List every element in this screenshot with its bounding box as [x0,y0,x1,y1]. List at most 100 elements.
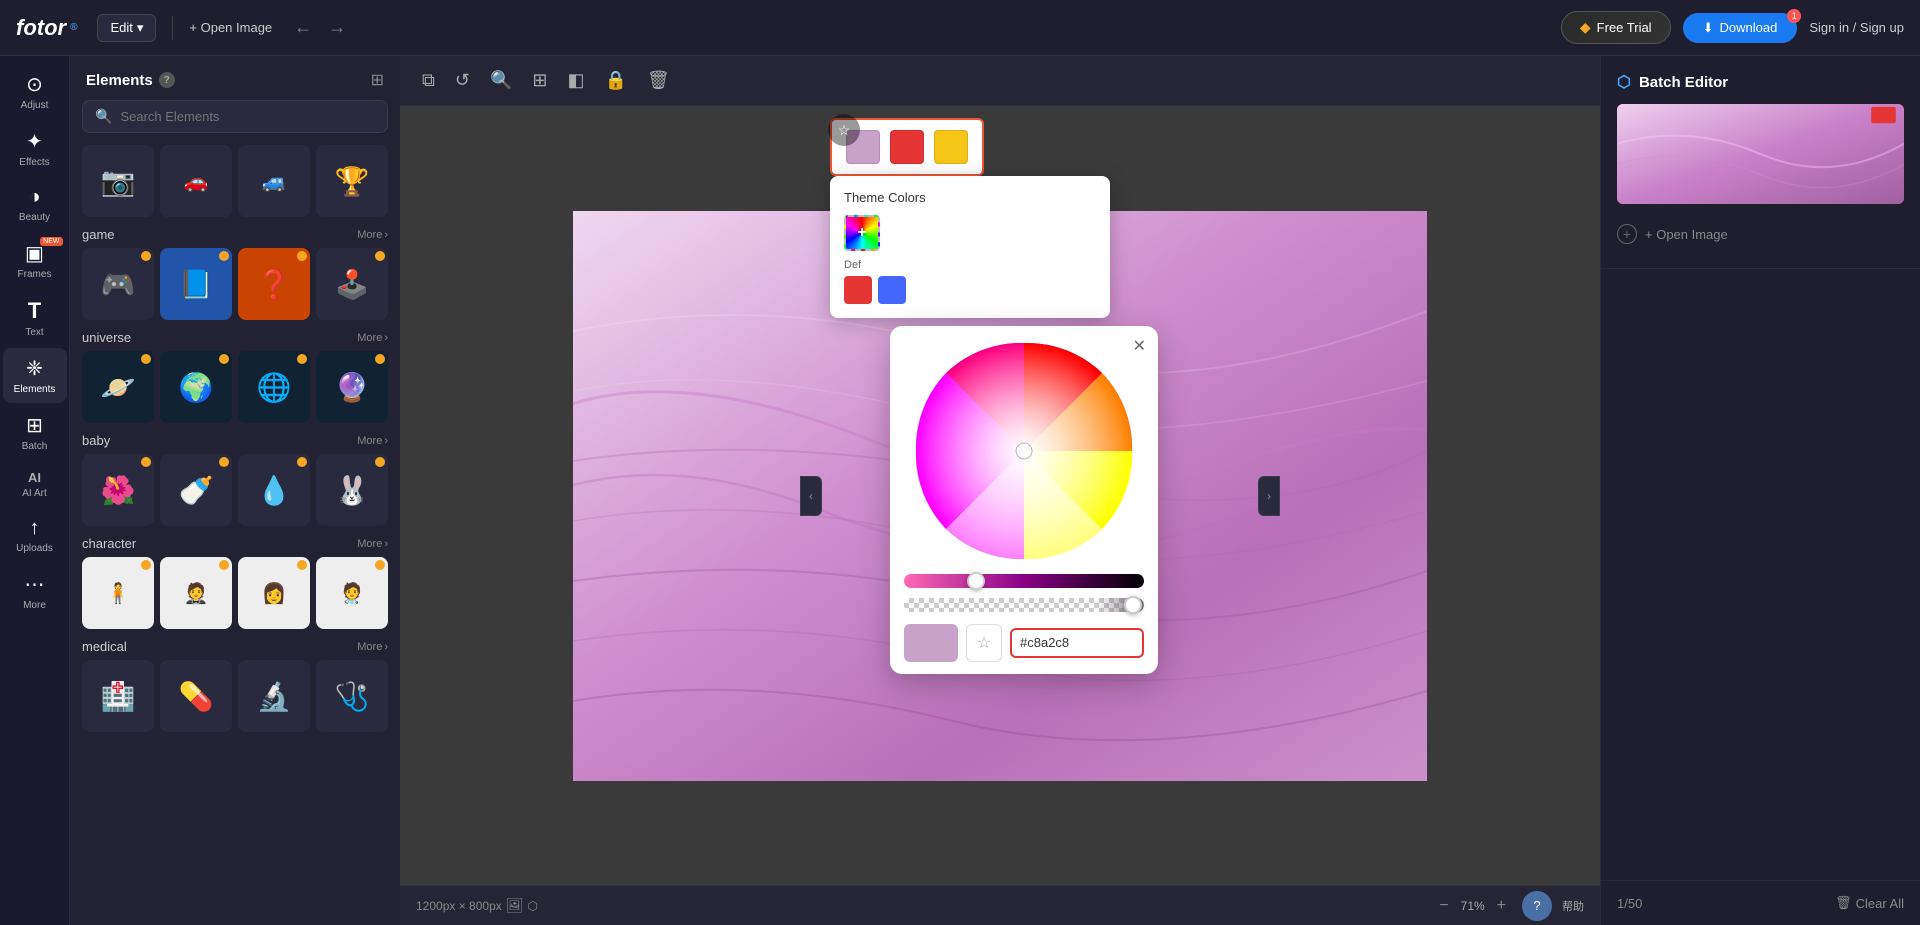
grid-button[interactable]: ⊞ [526,66,553,95]
sidebar-item-frames[interactable]: NEW ▣ Frames [3,233,67,288]
sidebar-item-label: Adjust [21,100,49,111]
collapse-panel-button[interactable]: ‹ [800,476,822,516]
opacity-slider[interactable] [904,598,1144,612]
rotate-button[interactable]: ↺ [449,66,476,95]
logo-text: fotor [16,15,66,41]
favorite-color-button[interactable]: ☆ [966,624,1002,662]
element-item[interactable]: 🧍 [82,557,154,629]
brightness-slider[interactable] [904,574,1144,588]
element-item[interactable]: 💧 [238,454,310,526]
category-more-game[interactable]: More › [357,229,388,241]
sidebar-item-text[interactable]: T Text [3,290,67,346]
open-image-button[interactable]: + Open Image [189,20,272,35]
category-row-character: character More › [82,536,388,551]
element-item[interactable]: 🌐 [238,351,310,423]
clear-all-button[interactable]: 🗑 Clear All [1835,895,1904,911]
element-item[interactable]: 🔬 [238,660,310,732]
category-row-baby: baby More › [82,433,388,448]
category-more-character[interactable]: More › [357,538,388,550]
color-preview [904,624,958,662]
element-item[interactable]: 🏆 [316,145,388,217]
element-item[interactable]: 🚗 [160,145,232,217]
category-more-medical[interactable]: More › [357,641,388,653]
free-trial-button[interactable]: ◆ Free Trial [1561,11,1671,44]
redo-button[interactable]: → [322,15,352,40]
favorite-button[interactable]: ☆ [828,114,860,146]
new-badge: NEW [40,237,62,246]
info-icon[interactable]: ? [159,72,175,88]
category-more-universe[interactable]: More › [357,332,388,344]
sidebar-item-adjust[interactable]: ⊙ Adjust [3,64,67,119]
color-swatch-red[interactable] [890,130,924,164]
element-item[interactable]: 🌺 [82,454,154,526]
zoom-in-button[interactable]: + [1497,897,1506,915]
download-badge: 1 [1787,9,1801,23]
download-button[interactable]: ⬇ Download 1 [1683,13,1798,43]
text-icon: T [28,298,41,324]
help-button[interactable]: ? [1522,891,1552,921]
duplicate-button[interactable]: ⧉ [416,66,441,95]
color-wheel-svg[interactable] [913,340,1135,562]
layers-button[interactable]: ◧ [561,66,590,95]
search-input[interactable] [120,109,375,124]
elements-scroll: 📷 🚗 🚙 🏆 game More › 🎮 📘 [70,145,400,925]
category-row-universe: universe More › [82,330,388,345]
element-item[interactable]: 🚙 [238,145,310,217]
character-elements-grid: 🧍 🤵 👩 🧑‍⚕️ [82,557,388,629]
element-item[interactable]: 🌍 [160,351,232,423]
element-item[interactable]: 🪐 [82,351,154,423]
expand-right-button[interactable]: › [1258,476,1280,516]
element-item[interactable]: 📘 [160,248,232,320]
edit-label: Edit [110,20,132,35]
color-swatch-yellow[interactable] [934,130,968,164]
sidebar-item-batch[interactable]: ⊞ Batch [3,405,67,460]
default-swatch-blue[interactable] [878,276,906,304]
element-item[interactable]: 🤵 [160,557,232,629]
grid-view-button[interactable]: ⊞ [371,70,384,90]
category-more-baby[interactable]: More › [357,435,388,447]
edit-button[interactable]: Edit ▾ [97,14,156,42]
featured-elements-grid: 📷 🚗 🚙 🏆 [82,145,388,217]
batch-thumbnail[interactable] [1617,104,1904,204]
chevron-down-icon: ▾ [137,20,144,36]
effects-icon: ✦ [26,129,43,154]
element-item[interactable]: 📷 [82,145,154,217]
brightness-handle[interactable] [967,572,985,590]
element-item[interactable]: 🐰 [316,454,388,526]
hex-input[interactable] [1020,635,1134,650]
signin-button[interactable]: Sign in / Sign up [1809,20,1904,35]
element-item[interactable]: 🏥 [82,660,154,732]
sidebar-item-more[interactable]: ⋯ More [3,564,67,619]
default-swatch-red[interactable] [844,276,872,304]
help-label: 帮助 [1562,898,1584,914]
open-image-right-button[interactable]: + + Open Image [1617,216,1904,252]
lock-button[interactable]: 🔒 [598,66,632,95]
universe-elements-grid: 🪐 🌍 🌐 🔮 [82,351,388,423]
sidebar-item-uploads[interactable]: ↑ Uploads [3,509,67,562]
sidebar-item-elements[interactable]: ❈ Elements [3,348,67,403]
chevron-right-icon: › [384,538,388,550]
element-item[interactable]: 💊 [160,660,232,732]
element-item[interactable]: 🎮 [82,248,154,320]
element-item[interactable]: 🍼 [160,454,232,526]
zoom-button[interactable]: 🔍 [484,66,518,95]
opacity-handle[interactable] [1124,596,1142,614]
element-item[interactable]: 🧑‍⚕️ [316,557,388,629]
add-color-button[interactable]: + [844,215,880,251]
element-item[interactable]: ❓ [238,248,310,320]
trash-icon: 🗑 [1835,895,1852,911]
delete-button[interactable]: 🗑 [641,66,676,95]
right-panel-bottom: 1/50 🗑 Clear All [1601,880,1920,925]
undo-button[interactable]: ← [288,15,318,40]
sidebar-item-effects[interactable]: ✦ Effects [3,121,67,176]
element-item[interactable]: 🔮 [316,351,388,423]
sidebar-item-ai-art[interactable]: AI AI Art [3,462,67,507]
zoom-out-button[interactable]: − [1439,897,1448,915]
ai-art-icon: AI [28,470,41,485]
sidebar-item-label: Text [25,327,43,338]
element-item[interactable]: 🩺 [316,660,388,732]
chevron-right-icon: › [384,229,388,241]
element-item[interactable]: 🕹️ [316,248,388,320]
sidebar-item-beauty[interactable]: ◑ Beauty [3,178,67,231]
element-item[interactable]: 👩 [238,557,310,629]
